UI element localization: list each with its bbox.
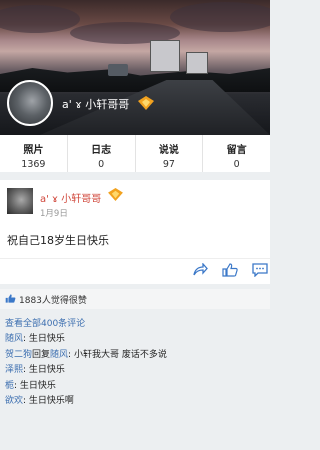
commenter-name[interactable]: 贺二狗 [5, 350, 32, 360]
stat-value: 0 [233, 159, 240, 170]
stat-label: 照片 [23, 145, 44, 156]
cloud-shape [0, 5, 80, 33]
cover-photo[interactable]: a' ɤ 小轩哥哥 [0, 0, 270, 135]
post-author-avatar[interactable] [7, 188, 33, 214]
comment-text: 生日快乐 [28, 334, 65, 344]
profile-name[interactable]: a' ɤ 小轩哥哥 [62, 96, 129, 112]
post-author-name[interactable]: a' ɤ 小轩哥哥 [40, 190, 101, 205]
profile-avatar[interactable] [7, 80, 53, 126]
comment-item[interactable]: 贺二狗回复随风: 小轩我大哥 废话不多说 [5, 348, 270, 364]
comment-text: 生日快乐 [19, 380, 56, 391]
share-icon[interactable] [192, 263, 208, 277]
view-all-comments-link[interactable]: 查看全部400条评论 [5, 316, 270, 329]
commenter-name[interactable]: 栀 [5, 381, 14, 391]
stat-messages[interactable]: 留言 0 [203, 135, 270, 172]
comment-item[interactable]: 栀: 生日快乐 [5, 379, 270, 395]
cloud-shape [170, 2, 270, 32]
profile-stats-bar: 照片 1369 日志 0 说说 97 留言 0 [0, 135, 270, 172]
commenter-name[interactable]: 欲欢 [5, 396, 23, 406]
post-date: 1月9日 [40, 209, 68, 219]
comment-text: 小轩我大哥 废话不多说 [73, 349, 167, 360]
reply-word: 回复 [32, 349, 51, 360]
vip-badge-icon [108, 188, 123, 201]
commenter-name[interactable]: 泽熙 [5, 365, 23, 375]
divider [0, 258, 270, 259]
stat-moments[interactable]: 说说 97 [136, 135, 204, 172]
stat-label: 说说 [158, 145, 179, 156]
stat-value: 97 [162, 159, 175, 170]
stat-value: 0 [98, 159, 105, 170]
thumbs-up-icon[interactable] [222, 263, 238, 277]
stat-value: 1369 [21, 159, 46, 170]
thumbs-up-icon [5, 294, 16, 303]
commenter-name[interactable]: 随风 [5, 334, 23, 344]
likes-count-text: 1883人觉得很赞 [19, 296, 87, 306]
comment-item[interactable]: 泽熙: 生日快乐 [5, 363, 270, 379]
truck-shape [150, 40, 180, 72]
stat-label: 留言 [226, 145, 247, 156]
stat-photos[interactable]: 照片 1369 [0, 135, 68, 172]
comment-item[interactable]: 欲欢: 生日快乐啊 [5, 394, 270, 410]
comment-text: 生日快乐啊 [28, 396, 74, 407]
truck-shape [186, 52, 208, 74]
car-shape [108, 64, 128, 76]
post-card: a' ɤ 小轩哥哥 1月9日 祝自己18岁生日快乐 [0, 180, 270, 284]
comment-icon[interactable] [252, 263, 268, 277]
stat-blog[interactable]: 日志 0 [68, 135, 136, 172]
post-text: 祝自己18岁生日快乐 [7, 234, 109, 247]
reply-target-name[interactable]: 随风 [50, 350, 68, 360]
vip-badge-icon[interactable] [138, 96, 154, 110]
likes-row[interactable]: 1883人觉得很赞 [0, 289, 270, 309]
comment-item[interactable]: 随风: 生日快乐 [5, 332, 270, 348]
stat-label: 日志 [91, 145, 112, 156]
comments-section: 查看全部400条评论 随风: 生日快乐 贺二狗回复随风: 小轩我大哥 废话不多说… [0, 316, 270, 410]
comment-text: 生日快乐 [28, 365, 65, 376]
